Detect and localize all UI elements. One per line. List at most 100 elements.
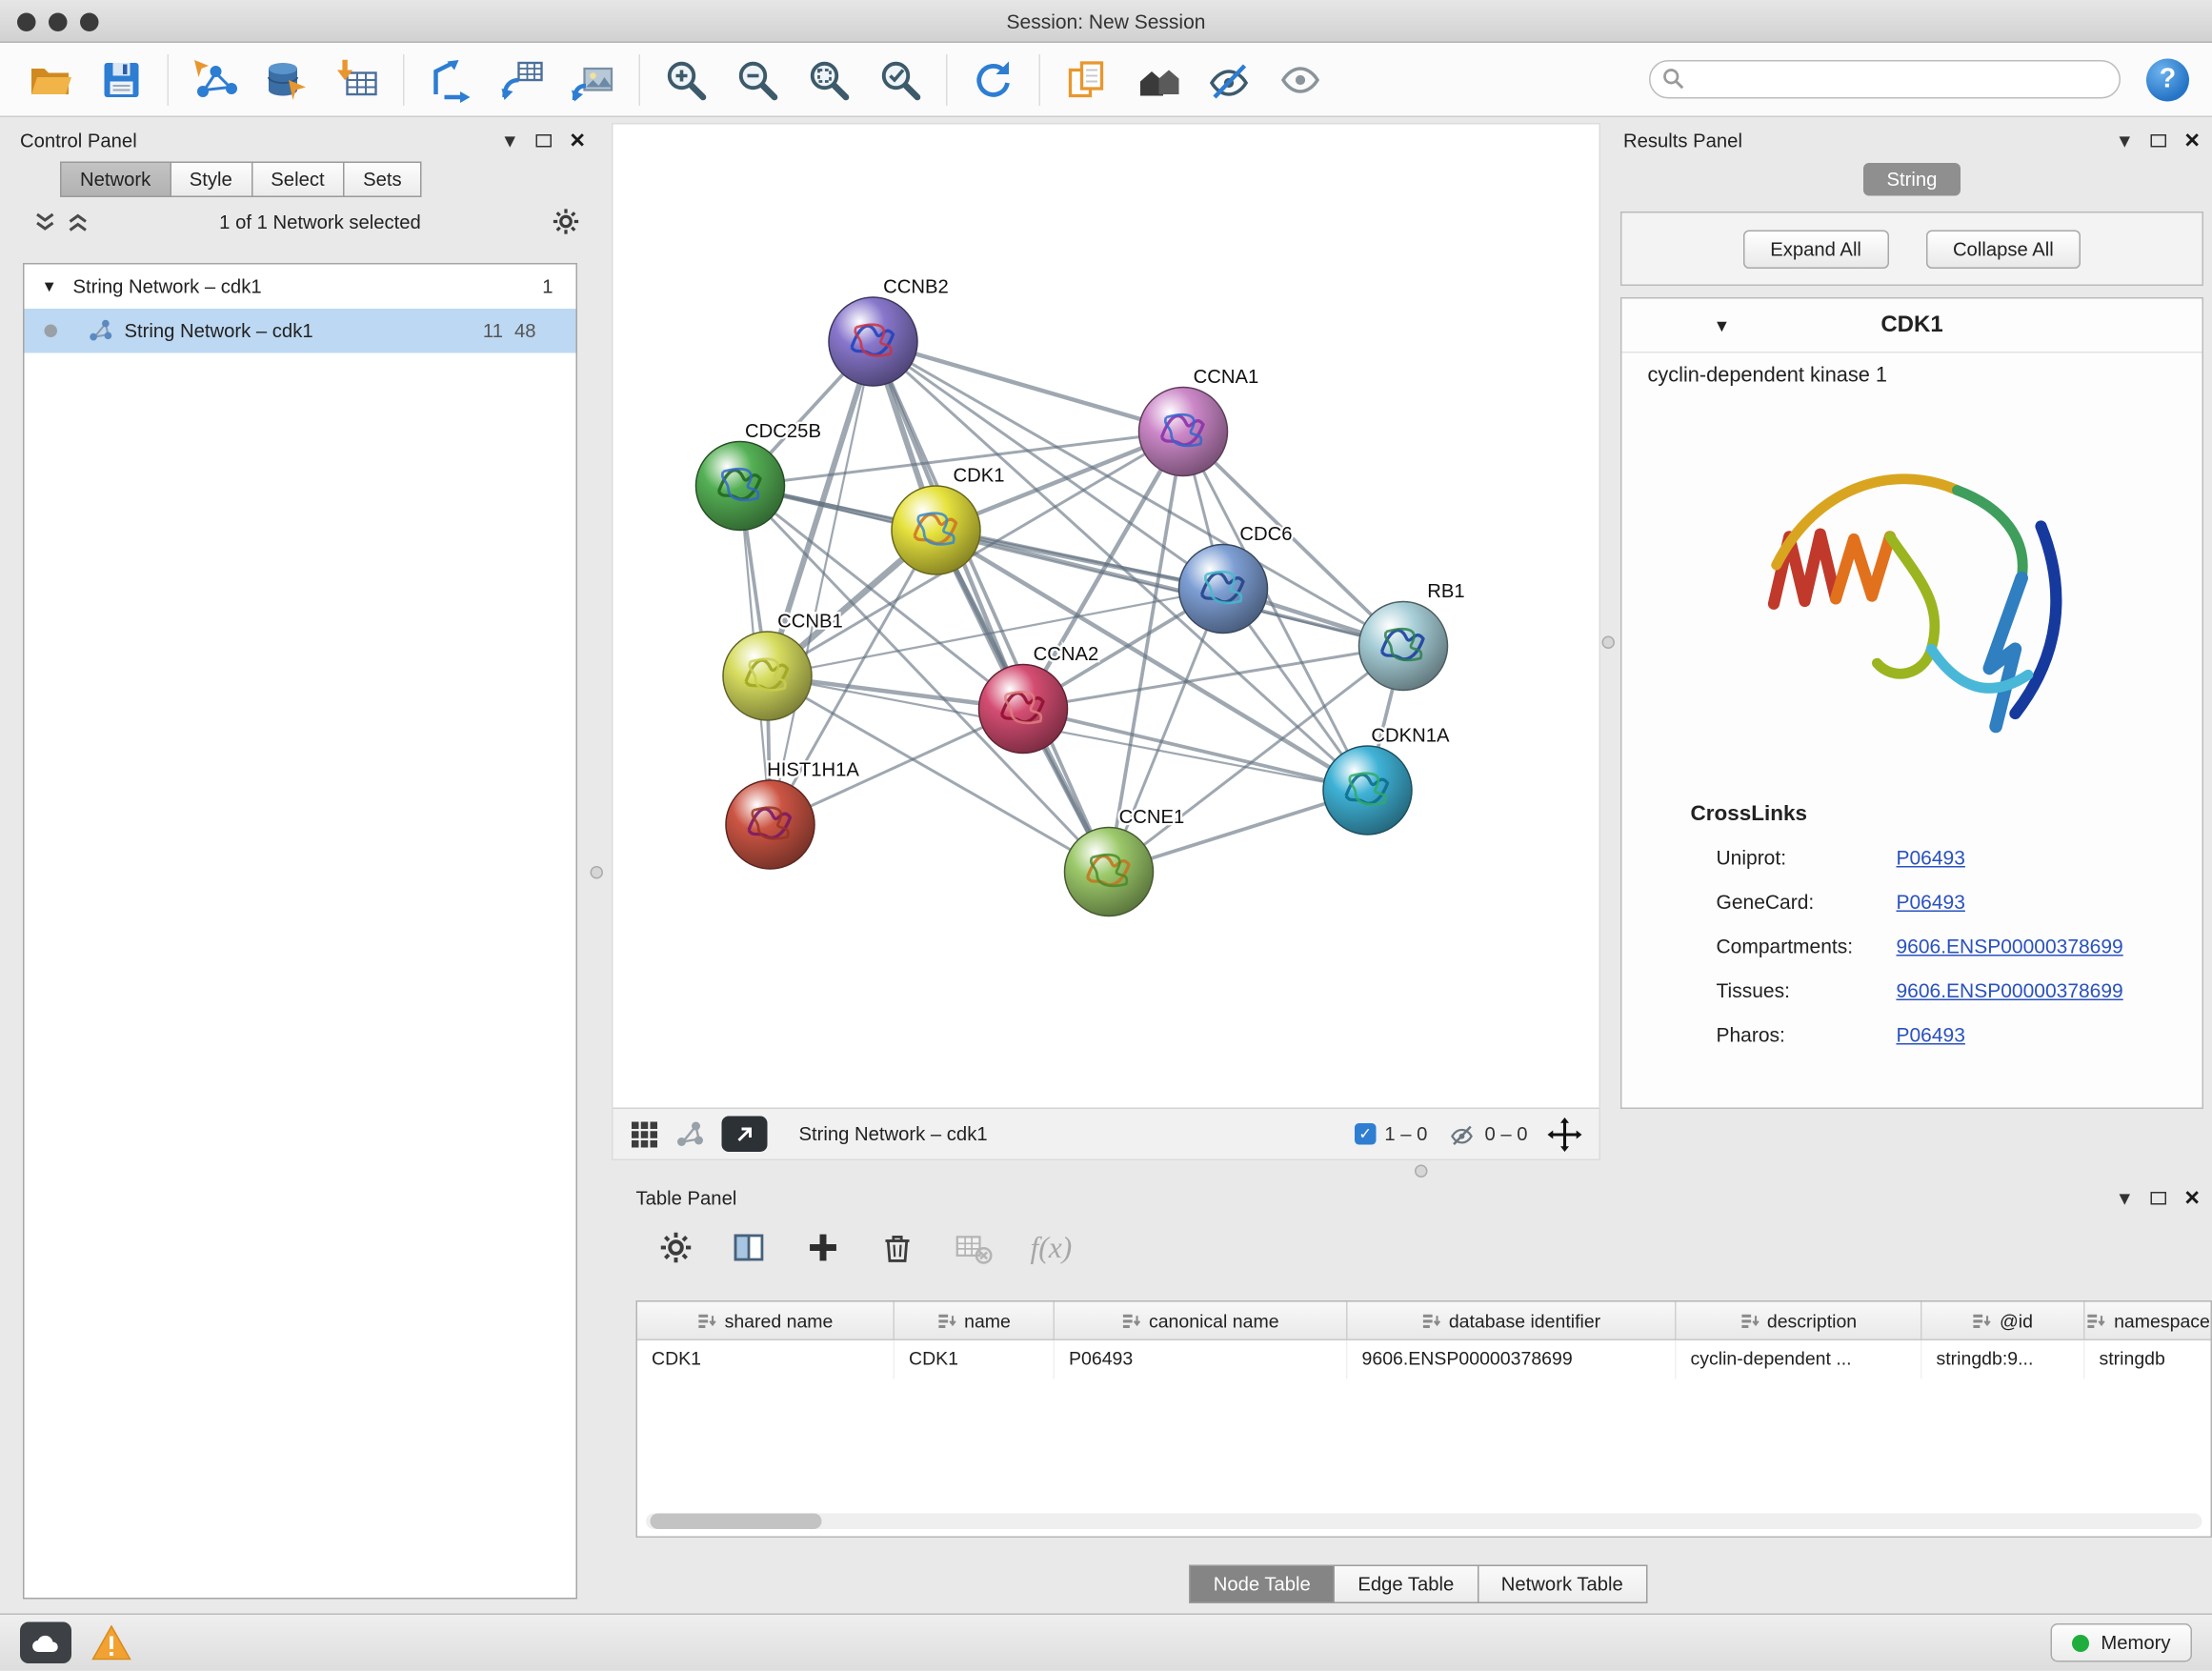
import-network-database-button[interactable]: [253, 48, 319, 111]
help-button[interactable]: ?: [2146, 58, 2189, 101]
hide-selected-button[interactable]: [1196, 48, 1262, 111]
column-header[interactable]: name: [895, 1302, 1055, 1339]
network-overview-icon[interactable]: [676, 1119, 705, 1148]
expand-all-button[interactable]: Expand All: [1743, 230, 1889, 269]
cell-description[interactable]: cyclin-dependent ...: [1677, 1340, 1922, 1379]
snapshot-button[interactable]: [1054, 48, 1119, 111]
tab-node-table[interactable]: Node Table: [1189, 1565, 1335, 1604]
network-edge[interactable]: [874, 342, 1110, 873]
horizontal-splitter-handle[interactable]: [1415, 1165, 1428, 1178]
zoom-window-button[interactable]: [80, 12, 99, 31]
tab-select[interactable]: Select: [252, 162, 345, 198]
network-edge[interactable]: [771, 342, 874, 825]
open-in-browser-button[interactable]: [722, 1117, 768, 1153]
warning-button[interactable]: [91, 1625, 131, 1661]
tab-string[interactable]: String: [1864, 163, 1961, 196]
crosslink-link[interactable]: 9606.ENSP00000378699: [1897, 934, 2123, 956]
column-header[interactable]: database identifier: [1348, 1302, 1677, 1339]
crosslink-link[interactable]: 9606.ENSP00000378699: [1897, 978, 2123, 1001]
vertical-splitter-handle[interactable]: [1602, 636, 1616, 650]
table-settings-gear-icon[interactable]: [659, 1231, 694, 1265]
column-header[interactable]: @id: [1922, 1302, 2085, 1339]
expand-all-icon[interactable]: [68, 211, 90, 232]
close-panel-icon[interactable]: ✕: [2183, 131, 2201, 151]
column-header[interactable]: canonical name: [1055, 1302, 1348, 1339]
horizontal-scrollbar[interactable]: [646, 1514, 2202, 1530]
import-table-button[interactable]: [325, 48, 391, 111]
cell-database-identifier[interactable]: 9606.ENSP00000378699: [1348, 1340, 1677, 1379]
network-node-ccne1[interactable]: [1065, 828, 1154, 916]
open-session-button[interactable]: [17, 48, 83, 111]
home-button[interactable]: [1125, 48, 1191, 111]
gear-icon[interactable]: [552, 208, 580, 236]
tab-network-table[interactable]: Network Table: [1478, 1565, 1647, 1604]
search-input[interactable]: [1649, 60, 2121, 99]
table-row[interactable]: CDK1 CDK1 P06493 9606.ENSP00000378699 cy…: [637, 1340, 2211, 1379]
network-node-ccna2[interactable]: [979, 665, 1068, 754]
export-network-button[interactable]: [489, 48, 554, 111]
network-node-cdc6[interactable]: [1179, 545, 1268, 634]
network-canvas[interactable]: CCNB2CCNA1CDC25BCDK1CDC6RB1CCNB1CCNA2CDK…: [613, 125, 1599, 1108]
add-column-icon[interactable]: [805, 1229, 842, 1266]
export-image-button[interactable]: [560, 48, 626, 111]
memory-button[interactable]: Memory: [2051, 1623, 2192, 1662]
show-columns-icon[interactable]: [731, 1229, 768, 1266]
crosslink-link[interactable]: P06493: [1897, 1022, 1965, 1045]
float-panel-icon[interactable]: [536, 133, 553, 147]
save-session-button[interactable]: [89, 48, 154, 111]
pan-move-icon[interactable]: [1548, 1117, 1582, 1151]
close-panel-icon[interactable]: ✕: [569, 131, 586, 151]
cell-id[interactable]: stringdb:9...: [1922, 1340, 2085, 1379]
network-collection-row[interactable]: ▼ String Network – cdk1 1: [25, 265, 576, 310]
import-network-file-button[interactable]: [182, 48, 248, 111]
zoom-out-button[interactable]: [725, 48, 791, 111]
network-node-hist1h1a[interactable]: [726, 780, 814, 869]
collapse-all-icon[interactable]: [34, 211, 56, 232]
column-header[interactable]: description: [1677, 1302, 1922, 1339]
cell-namespace[interactable]: stringdb: [2085, 1340, 2212, 1379]
selected-checkbox-icon[interactable]: ✓: [1355, 1123, 1377, 1145]
tab-network[interactable]: Network: [60, 162, 171, 198]
delete-column-icon[interactable]: [879, 1229, 916, 1266]
new-network-from-selection-button[interactable]: [417, 48, 483, 111]
network-node-ccna1[interactable]: [1139, 388, 1228, 476]
network-node-rb1[interactable]: [1359, 602, 1448, 691]
zoom-selected-button[interactable]: [868, 48, 934, 111]
disclosure-triangle-icon[interactable]: ▼: [42, 278, 62, 295]
minimize-window-button[interactable]: [49, 12, 68, 31]
cell-shared-name[interactable]: CDK1: [637, 1340, 895, 1379]
close-window-button[interactable]: [17, 12, 36, 31]
zoom-fit-button[interactable]: [796, 48, 862, 111]
panel-menu-icon[interactable]: ▼: [501, 131, 519, 150]
tab-style[interactable]: Style: [171, 162, 252, 198]
show-hidden-button[interactable]: [1268, 48, 1334, 111]
vertical-splitter-handle[interactable]: [591, 866, 604, 879]
float-panel-icon[interactable]: [2151, 133, 2167, 147]
zoom-in-button[interactable]: [654, 48, 719, 111]
tab-edge-table[interactable]: Edge Table: [1335, 1565, 1478, 1604]
collapse-all-button[interactable]: Collapse All: [1925, 230, 2081, 269]
network-node-cdk1[interactable]: [892, 486, 980, 574]
network-node-cdkn1a[interactable]: [1323, 746, 1412, 835]
network-edge[interactable]: [874, 342, 1184, 433]
network-edge[interactable]: [1023, 709, 1368, 791]
refresh-view-button[interactable]: [960, 48, 1026, 111]
scrollbar-thumb[interactable]: [651, 1514, 822, 1530]
float-panel-icon[interactable]: [2151, 1191, 2167, 1204]
close-panel-icon[interactable]: ✕: [2183, 1188, 2201, 1208]
cloud-button[interactable]: [20, 1622, 71, 1664]
grid-view-icon[interactable]: [631, 1119, 659, 1148]
panel-menu-icon[interactable]: ▼: [2116, 131, 2134, 150]
crosslink-link[interactable]: P06493: [1897, 845, 1965, 868]
network-row[interactable]: String Network – cdk1 11 48: [25, 309, 576, 353]
network-node-ccnb1[interactable]: [723, 632, 812, 720]
cell-name[interactable]: CDK1: [895, 1340, 1055, 1379]
panel-menu-icon[interactable]: ▼: [2116, 1188, 2134, 1207]
crosslink-link[interactable]: P06493: [1897, 890, 1965, 913]
column-header[interactable]: shared name: [637, 1302, 895, 1339]
tab-sets[interactable]: Sets: [345, 162, 422, 198]
network-node-ccnb2[interactable]: [829, 297, 917, 386]
column-header[interactable]: namespace: [2085, 1302, 2212, 1339]
cell-canonical-name[interactable]: P06493: [1055, 1340, 1348, 1379]
network-node-cdc25b[interactable]: [696, 442, 785, 531]
